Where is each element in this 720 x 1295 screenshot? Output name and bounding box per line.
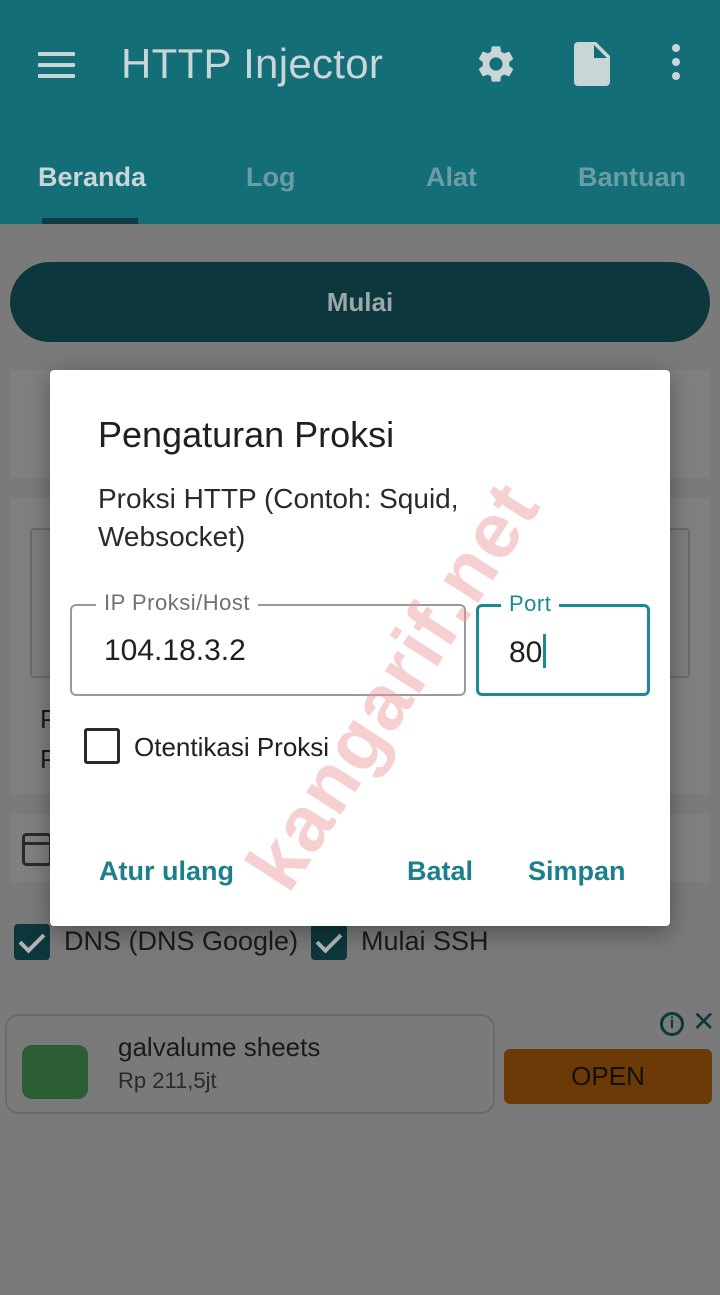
reset-button[interactable]: Atur ulang	[99, 856, 234, 887]
start-button[interactable]: Mulai	[10, 262, 710, 342]
proxy-settings-dialog: Pengaturan Proksi Proksi HTTP (Contoh: S…	[50, 370, 670, 926]
proxy-host-label: IP Proksi/Host	[96, 590, 258, 616]
proxy-port-label: Port	[501, 591, 560, 617]
app-bar: HTTP Injector Beranda Log Alat Bantuan	[0, 0, 720, 224]
dialog-title: Pengaturan Proksi	[98, 414, 395, 455]
ad-open-button[interactable]: OPEN	[504, 1049, 712, 1104]
ad-title[interactable]: galvalume sheets	[118, 1032, 320, 1063]
gear-icon[interactable]	[474, 42, 518, 86]
cancel-button[interactable]: Batal	[407, 856, 473, 887]
proxy-host-input[interactable]: 104.18.3.2	[104, 634, 246, 668]
dns-checkbox-label: DNS (DNS Google)	[64, 926, 299, 956]
ssh-checkbox-label: Mulai SSH	[361, 926, 489, 956]
document-icon[interactable]	[574, 42, 610, 86]
ad-product-image[interactable]	[22, 1045, 88, 1099]
info-icon[interactable]: i	[660, 1012, 684, 1036]
proxy-port-field[interactable]: Port 80	[476, 591, 650, 696]
text-caret	[543, 634, 547, 668]
app-title: HTTP Injector	[121, 40, 384, 87]
proxy-port-value: 80	[509, 636, 543, 669]
proxy-port-input[interactable]: 80	[509, 634, 547, 670]
calendar-icon	[22, 833, 52, 866]
save-button[interactable]: Simpan	[528, 856, 626, 887]
tab-bantuan[interactable]: Bantuan	[578, 162, 686, 193]
tab-beranda[interactable]: Beranda	[38, 162, 146, 193]
tab-log[interactable]: Log	[246, 162, 295, 193]
ad-price: Rp 211,5jt	[118, 1068, 217, 1093]
menu-icon[interactable]	[38, 52, 75, 78]
ssh-checkbox[interactable]	[311, 924, 347, 960]
close-icon[interactable]: ✕	[692, 1008, 715, 1036]
proxy-auth-checkbox[interactable]	[84, 728, 120, 764]
dns-checkbox[interactable]	[14, 924, 50, 960]
tab-bar: Beranda Log Alat Bantuan	[0, 140, 720, 224]
more-vert-icon[interactable]	[668, 44, 684, 84]
tab-alat[interactable]: Alat	[426, 162, 477, 193]
